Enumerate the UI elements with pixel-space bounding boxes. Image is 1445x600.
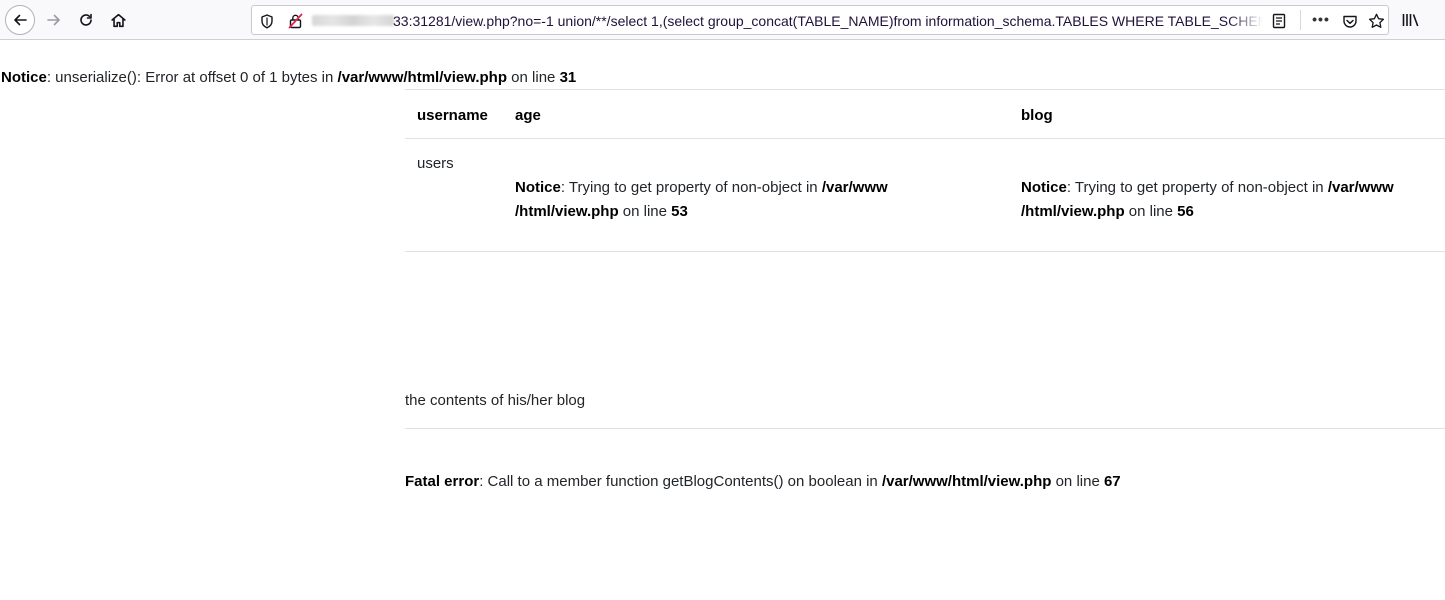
blog-contents-text: the contents of his/her blog	[405, 392, 586, 409]
star-icon[interactable]	[1366, 11, 1386, 31]
fatal-message: : Call to a member function getBlogConte…	[479, 473, 882, 490]
age-notice-message: : Trying to get property of non-object i…	[560, 179, 822, 196]
table-bottom-rule	[405, 251, 1445, 252]
header-blog: blog	[1021, 107, 1053, 124]
forward-button[interactable]	[40, 6, 68, 34]
reload-button[interactable]	[72, 6, 100, 34]
notice-path: /var/www/html/view.php	[337, 69, 508, 86]
fatal-on-line: on line	[1051, 473, 1104, 490]
fatal-error: Fatal error: Call to a member function g…	[405, 473, 1121, 491]
blurred-host	[312, 15, 394, 26]
blog-notice-line: 56	[1177, 203, 1194, 220]
forward-arrow-icon	[47, 14, 60, 26]
table-header-rule	[405, 138, 1445, 139]
fatal-line-number: 67	[1103, 473, 1121, 490]
age-notice-on-line: on line	[618, 203, 672, 220]
age-cell-notice: Notice: Trying to get property of non-ob…	[515, 176, 935, 224]
pocket-icon[interactable]	[1340, 11, 1360, 31]
username-cell: users	[417, 155, 454, 172]
reader-view-icon[interactable]	[1270, 12, 1288, 30]
back-button[interactable]	[5, 5, 35, 35]
header-username: username	[417, 107, 488, 124]
notice-line-number: 31	[559, 69, 577, 86]
blog-notice-path-2: /html/view.php	[1021, 203, 1125, 220]
reload-icon	[80, 13, 92, 26]
back-arrow-icon	[14, 14, 27, 26]
blog-notice-on-line: on line	[1124, 203, 1178, 220]
age-notice-line: 53	[671, 203, 688, 220]
url-text[interactable]: 33:31281/view.php?no=-1 union/**/select …	[393, 11, 1263, 31]
age-notice-path-1: /var/www	[821, 179, 888, 196]
notice-on-line: on line	[507, 69, 560, 86]
home-icon	[110, 13, 126, 27]
url-bar[interactable]: 33:31281/view.php?no=-1 union/**/select …	[251, 5, 1389, 35]
notice-label: Notice	[1, 69, 47, 86]
insecure-lock-icon[interactable]	[286, 12, 304, 30]
shield-icon[interactable]	[258, 12, 276, 30]
page-content: Notice: unserialize(): Error at offset 0…	[0, 40, 1445, 600]
fatal-label: Fatal error	[405, 473, 480, 490]
age-notice-path-2: /html/view.php	[515, 203, 619, 220]
blog-cell-notice: Notice: Trying to get property of non-ob…	[1021, 176, 1441, 224]
library-button[interactable]	[1400, 10, 1422, 30]
blog-rule	[405, 428, 1445, 429]
age-notice-label: Notice	[515, 179, 561, 196]
header-age: age	[515, 107, 541, 124]
notice-message: : unserialize(): Error at offset 0 of 1 …	[46, 69, 338, 86]
table-top-rule	[405, 89, 1445, 90]
url-divider	[1300, 10, 1301, 30]
blog-notice-path-1: /var/www	[1327, 179, 1394, 196]
library-icon	[1402, 14, 1419, 27]
home-button[interactable]	[104, 6, 132, 34]
blog-notice-label: Notice	[1021, 179, 1067, 196]
unserialize-notice: Notice: unserialize(): Error at offset 0…	[1, 69, 576, 87]
blog-notice-message: : Trying to get property of non-object i…	[1066, 179, 1328, 196]
fatal-path: /var/www/html/view.php	[881, 473, 1052, 490]
browser-toolbar: 33:31281/view.php?no=-1 union/**/select …	[0, 0, 1445, 40]
more-icon[interactable]: •••	[1310, 10, 1332, 30]
